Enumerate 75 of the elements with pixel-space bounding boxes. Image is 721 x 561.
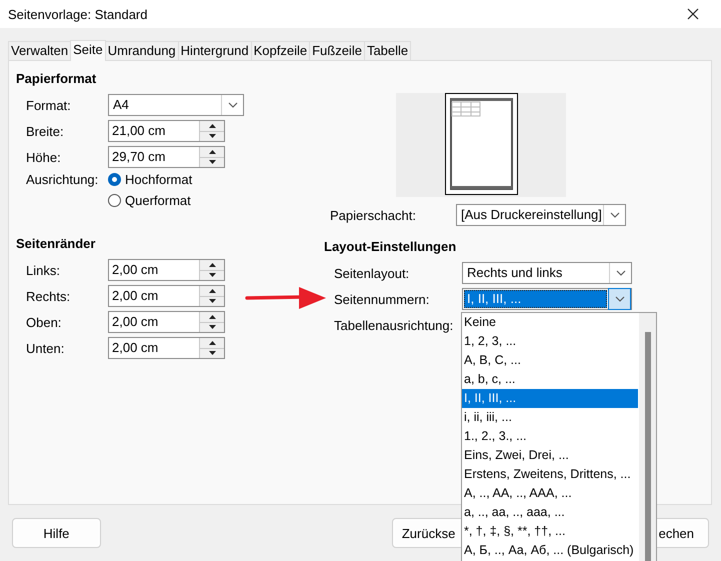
- down-arrow-icon: [208, 325, 216, 330]
- field-label: Höhe:: [25, 150, 62, 164]
- caret-icon[interactable]: [610, 212, 620, 218]
- tab[interactable]: Umrandung: [104, 41, 179, 60]
- radio-button[interactable]: Hochformat: [108, 172, 192, 186]
- tab[interactable]: Kopfzeile: [250, 41, 310, 60]
- down-arrow-icon: [208, 273, 216, 278]
- decrement-button[interactable]: [200, 130, 224, 141]
- list-item[interactable]: i, ii, iii, ...: [462, 408, 638, 427]
- list-item[interactable]: A, B, C, ...: [462, 351, 638, 370]
- field-label: Links:: [25, 262, 61, 278]
- field-label: Papierschacht:: [329, 208, 417, 222]
- spin-field[interactable]: 2,00 cm: [108, 259, 225, 281]
- caret-icon[interactable]: [616, 270, 626, 276]
- field-label: Format:: [25, 98, 72, 112]
- section-heading: Layout-Einstellungen: [324, 238, 458, 256]
- increment-button[interactable]: [200, 338, 224, 348]
- caret-icon[interactable]: [228, 102, 238, 108]
- list-item[interactable]: 1, 2, 3, ...: [462, 332, 638, 351]
- field-label: Tabellenausrichtung:: [333, 318, 454, 332]
- spin-field[interactable]: 2,00 cm: [108, 311, 225, 333]
- field-label: Breite:: [25, 124, 65, 138]
- increment-button[interactable]: [200, 260, 224, 270]
- down-arrow-icon: [208, 299, 216, 304]
- tab[interactable]: Tabelle: [364, 41, 412, 60]
- list-item[interactable]: Keine: [462, 313, 638, 332]
- field-label: Rechts:: [25, 288, 72, 304]
- decrement-button[interactable]: [200, 348, 224, 358]
- decrement-button[interactable]: [200, 270, 224, 280]
- tab[interactable]: Seite: [70, 40, 106, 61]
- page-layout-dropdown[interactable]: Rechts und links: [462, 262, 632, 284]
- up-arrow-icon: [208, 150, 216, 154]
- list-item[interactable]: 1., 2., 3., ...: [462, 427, 638, 446]
- spin-field[interactable]: 29,70 cm: [108, 146, 225, 168]
- field-label: Unten:: [25, 340, 66, 356]
- radio-button[interactable]: Querformat: [108, 192, 191, 208]
- tab[interactable]: Hintergrund: [178, 41, 252, 60]
- paper-tray-dropdown[interactable]: [Aus Druckereinstellung]: [456, 204, 626, 226]
- close-icon[interactable]: [687, 8, 699, 20]
- page-numbers-dropdown[interactable]: I, II, III, ...: [462, 288, 632, 310]
- caret-icon[interactable]: [614, 296, 624, 302]
- down-arrow-icon: [208, 160, 216, 164]
- list-item[interactable]: A, .., AA, .., AAA, ...: [462, 484, 638, 503]
- spin-field[interactable]: 2,00 cm: [108, 285, 225, 307]
- up-arrow-icon: [208, 340, 216, 345]
- field-label: Ausrichtung:: [25, 172, 100, 186]
- field-label: Seitennummern:: [333, 292, 430, 306]
- down-arrow-icon: [208, 351, 216, 356]
- list-item[interactable]: Erstens, Zweitens, Drittens, ...: [462, 465, 638, 484]
- scrollbar[interactable]: [639, 313, 656, 561]
- spin-field[interactable]: 21,00 cm: [108, 120, 225, 142]
- format-dropdown[interactable]: A4: [108, 94, 244, 116]
- up-arrow-icon: [208, 262, 216, 267]
- decrement-button[interactable]: [200, 322, 224, 332]
- down-arrow-icon: [208, 134, 216, 138]
- up-arrow-icon: [208, 288, 216, 293]
- field-label: Oben:: [25, 314, 62, 330]
- section-heading: Seitenränder: [16, 235, 96, 253]
- list-item[interactable]: Eins, Zwei, Drei, ...: [462, 446, 638, 465]
- up-arrow-icon: [208, 314, 216, 319]
- up-arrow-icon: [208, 124, 216, 128]
- increment-button[interactable]: [200, 286, 224, 296]
- list-item[interactable]: I, II, III, ...: [462, 389, 638, 408]
- increment-button[interactable]: [200, 312, 224, 322]
- decrement-button[interactable]: [200, 156, 224, 167]
- increment-button[interactable]: [200, 147, 224, 156]
- field-label: Seitenlayout:: [333, 266, 410, 280]
- window-title: Seitenvorlage: Standard: [8, 6, 148, 22]
- increment-button[interactable]: [200, 121, 224, 130]
- tab[interactable]: Verwalten: [8, 41, 72, 60]
- spin-field[interactable]: 2,00 cm: [108, 337, 225, 359]
- decrement-button[interactable]: [200, 296, 224, 306]
- help-button[interactable]: Hilfe: [12, 518, 101, 548]
- section-heading: Papierformat: [16, 70, 98, 88]
- list-item[interactable]: a, b, c, ...: [462, 370, 638, 389]
